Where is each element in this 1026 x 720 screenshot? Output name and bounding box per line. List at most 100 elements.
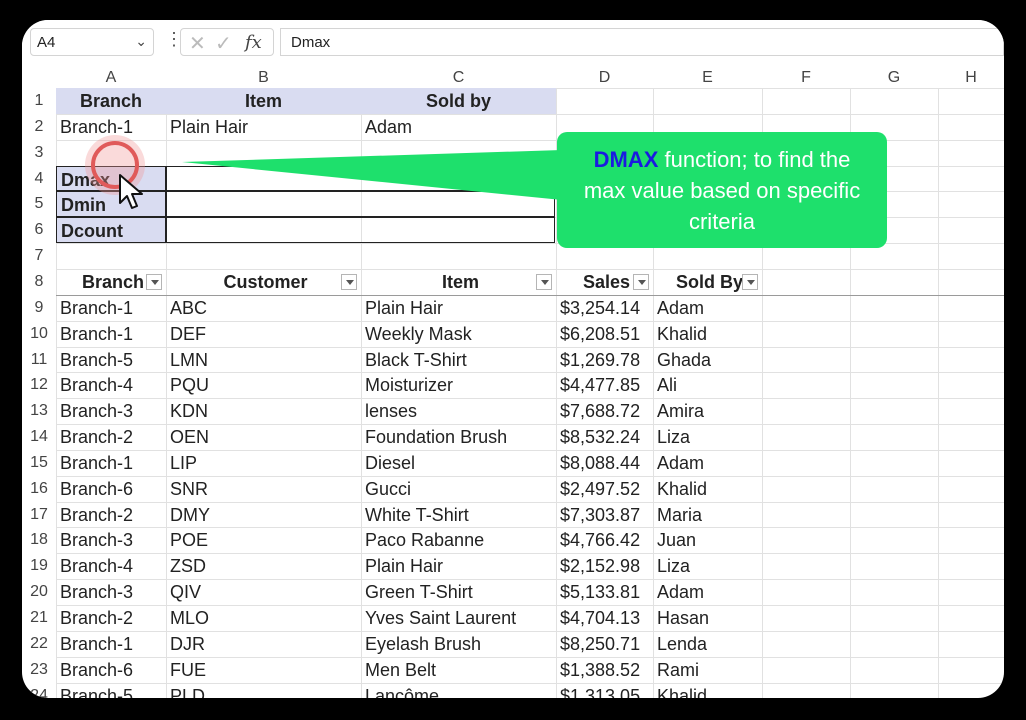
criteria-sold-by-value[interactable]: Adam <box>361 114 556 140</box>
table-cell-item[interactable]: Black T-Shirt <box>361 347 556 373</box>
table-cell-customer[interactable]: LMN <box>166 347 361 373</box>
table-cell-branch[interactable]: Branch-1 <box>56 450 166 476</box>
column-header-h[interactable]: H <box>938 68 1004 88</box>
row-header-23[interactable]: 23 <box>22 657 56 683</box>
table-cell-sales[interactable]: $4,477.85 <box>556 372 653 398</box>
table-cell-sold-by[interactable]: Adam <box>653 295 762 321</box>
table-cell-sales[interactable]: $5,133.81 <box>556 579 653 605</box>
table-header-customer[interactable]: Customer <box>166 269 361 295</box>
table-cell-item[interactable]: Green T-Shirt <box>361 579 556 605</box>
table-cell-branch[interactable]: Branch-2 <box>56 605 166 631</box>
row-header-12[interactable]: 12 <box>22 372 56 398</box>
formula-input[interactable]: Dmax <box>280 28 1004 56</box>
row-header-24[interactable]: 24 <box>22 683 56 698</box>
table-cell-customer[interactable]: DMY <box>166 502 361 528</box>
column-header-e[interactable]: E <box>653 68 762 88</box>
chevron-down-icon[interactable]: ⌄ <box>135 33 147 50</box>
table-cell-item[interactable]: Paco Rabanne <box>361 527 556 553</box>
column-header-a[interactable]: A <box>56 68 166 88</box>
table-cell-sales[interactable]: $4,766.42 <box>556 527 653 553</box>
table-cell-customer[interactable]: ABC <box>166 295 361 321</box>
criteria-header-sold-by[interactable]: Sold by <box>361 88 556 114</box>
table-cell-customer[interactable]: SNR <box>166 476 361 502</box>
row-header-14[interactable]: 14 <box>22 424 56 450</box>
table-cell-sold-by[interactable]: Khalid <box>653 476 762 502</box>
table-cell-sales[interactable]: $1,313.05 <box>556 683 653 698</box>
column-header-b[interactable]: B <box>166 68 361 88</box>
name-box[interactable]: A4 ⌄ <box>30 28 154 56</box>
table-cell-sales[interactable]: $7,688.72 <box>556 398 653 424</box>
table-cell-customer[interactable]: OEN <box>166 424 361 450</box>
criteria-header-branch[interactable]: Branch <box>56 88 166 114</box>
function-result-dcount[interactable] <box>166 217 555 244</box>
table-cell-sales[interactable]: $1,388.52 <box>556 657 653 683</box>
table-cell-sales[interactable]: $3,254.14 <box>556 295 653 321</box>
table-cell-item[interactable]: Gucci <box>361 476 556 502</box>
table-cell-sales[interactable]: $2,497.52 <box>556 476 653 502</box>
table-cell-item[interactable]: Plain Hair <box>361 295 556 321</box>
row-header-6[interactable]: 6 <box>22 217 56 243</box>
cancel-icon[interactable]: ✕ <box>189 31 206 56</box>
table-cell-sold-by[interactable]: Liza <box>653 424 762 450</box>
criteria-header-item[interactable]: Item <box>166 88 361 114</box>
row-header-21[interactable]: 21 <box>22 605 56 631</box>
table-cell-sold-by[interactable]: Maria <box>653 502 762 528</box>
row-header-15[interactable]: 15 <box>22 450 56 476</box>
row-header-4[interactable]: 4 <box>22 166 56 192</box>
row-header-3[interactable]: 3 <box>22 140 56 166</box>
table-cell-customer[interactable]: PLD <box>166 683 361 698</box>
table-cell-branch[interactable]: Branch-2 <box>56 502 166 528</box>
column-header-f[interactable]: F <box>762 68 850 88</box>
table-cell-branch[interactable]: Branch-6 <box>56 476 166 502</box>
table-cell-branch[interactable]: Branch-6 <box>56 657 166 683</box>
function-label-dcount[interactable]: Dcount <box>56 217 166 244</box>
table-cell-customer[interactable]: POE <box>166 527 361 553</box>
table-cell-sales[interactable]: $2,152.98 <box>556 553 653 579</box>
table-cell-customer[interactable]: MLO <box>166 605 361 631</box>
table-cell-branch[interactable]: Branch-5 <box>56 347 166 373</box>
table-cell-item[interactable]: Men Belt <box>361 657 556 683</box>
table-cell-item[interactable]: Yves Saint Laurent <box>361 605 556 631</box>
table-cell-branch[interactable]: Branch-1 <box>56 295 166 321</box>
column-header-d[interactable]: D <box>556 68 653 88</box>
row-header-19[interactable]: 19 <box>22 553 56 579</box>
table-cell-branch[interactable]: Branch-5 <box>56 683 166 698</box>
table-cell-item[interactable]: Lancôme <box>361 683 556 698</box>
row-header-20[interactable]: 20 <box>22 579 56 605</box>
row-header-18[interactable]: 18 <box>22 527 56 553</box>
row-header-13[interactable]: 13 <box>22 398 56 424</box>
table-cell-customer[interactable]: DJR <box>166 631 361 657</box>
table-cell-sales[interactable]: $4,704.13 <box>556 605 653 631</box>
insert-function-icon[interactable]: fx <box>245 32 262 53</box>
table-cell-customer[interactable]: ZSD <box>166 553 361 579</box>
table-cell-item[interactable]: Moisturizer <box>361 372 556 398</box>
table-cell-item[interactable]: Plain Hair <box>361 553 556 579</box>
table-cell-sold-by[interactable]: Hasan <box>653 605 762 631</box>
table-cell-branch[interactable]: Branch-2 <box>56 424 166 450</box>
table-cell-sold-by[interactable]: Rami <box>653 657 762 683</box>
table-cell-customer[interactable]: LIP <box>166 450 361 476</box>
table-cell-branch[interactable]: Branch-4 <box>56 372 166 398</box>
filter-dropdown-icon[interactable] <box>633 273 649 290</box>
table-cell-sold-by[interactable]: Amira <box>653 398 762 424</box>
row-header-17[interactable]: 17 <box>22 502 56 528</box>
row-header-7[interactable]: 7 <box>22 243 56 269</box>
table-cell-item[interactable]: lenses <box>361 398 556 424</box>
table-cell-customer[interactable]: DEF <box>166 321 361 347</box>
filter-dropdown-icon[interactable] <box>742 273 758 290</box>
table-cell-sales[interactable]: $7,303.87 <box>556 502 653 528</box>
table-cell-branch[interactable]: Branch-3 <box>56 398 166 424</box>
table-cell-sold-by[interactable]: Liza <box>653 553 762 579</box>
table-cell-sold-by[interactable]: Khalid <box>653 683 762 698</box>
table-cell-customer[interactable]: KDN <box>166 398 361 424</box>
table-cell-sold-by[interactable]: Khalid <box>653 321 762 347</box>
column-header-c[interactable]: C <box>361 68 556 88</box>
filter-dropdown-icon[interactable] <box>146 273 162 290</box>
table-cell-branch[interactable]: Branch-1 <box>56 631 166 657</box>
row-header-16[interactable]: 16 <box>22 476 56 502</box>
column-header-g[interactable]: G <box>850 68 938 88</box>
table-cell-sold-by[interactable]: Adam <box>653 450 762 476</box>
table-cell-item[interactable]: White T-Shirt <box>361 502 556 528</box>
table-cell-customer[interactable]: QIV <box>166 579 361 605</box>
row-header-5[interactable]: 5 <box>22 191 56 217</box>
